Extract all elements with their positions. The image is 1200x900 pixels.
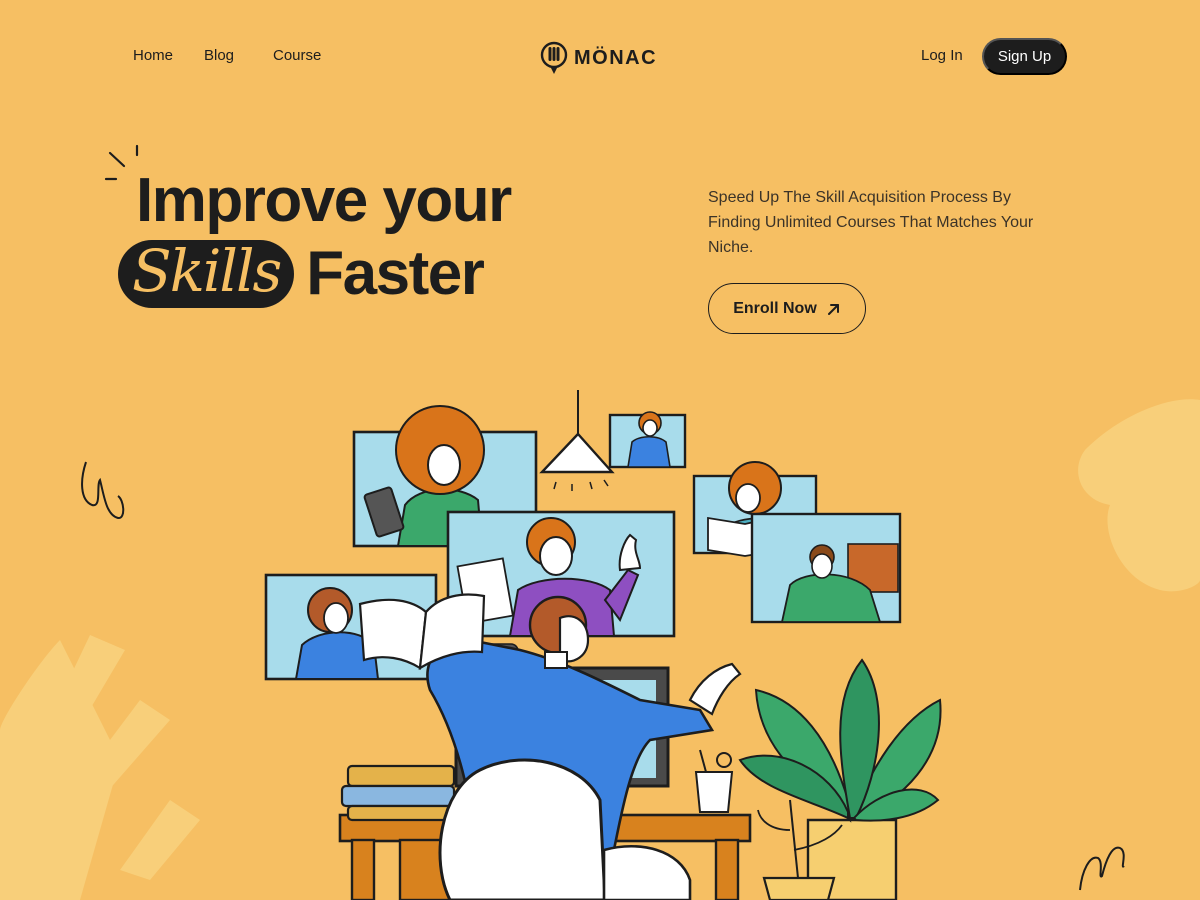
desk <box>338 813 752 900</box>
open-book-held <box>358 593 486 671</box>
pencil-logo-icon <box>540 41 568 74</box>
hero-illustration <box>0 390 1200 900</box>
skills-highlight: Skills <box>118 240 295 308</box>
enroll-label: Enroll Now <box>733 299 817 317</box>
signup-button[interactable]: Sign Up <box>982 38 1067 75</box>
top-nav: Home Blog Course MÖNAC Log In Sign Up <box>0 38 1200 76</box>
headline-faster: Faster <box>306 239 485 308</box>
decorative-rays-left <box>0 635 200 900</box>
pencil-cup <box>694 749 734 813</box>
book-stack <box>340 764 456 822</box>
arrow-up-right-icon <box>827 303 839 315</box>
ceiling-lamp <box>539 390 615 491</box>
video-tile-4 <box>750 512 902 624</box>
decorative-blob-right <box>1078 399 1200 592</box>
video-tile-1 <box>352 405 538 548</box>
potted-plant <box>738 658 942 900</box>
hero-subtitle: Speed Up The Skill Acquisition Process B… <box>708 189 1034 256</box>
squiggle-left-icon <box>81 461 125 519</box>
student-figure <box>426 595 742 872</box>
video-tile-2 <box>608 411 687 469</box>
video-tile-3 <box>692 461 818 557</box>
login-link[interactable]: Log In <box>921 47 963 64</box>
brand-logo[interactable]: MÖNAC <box>540 41 657 75</box>
video-tile-6 <box>264 573 438 681</box>
video-tile-5 <box>446 510 676 659</box>
office-chair <box>438 758 692 900</box>
enroll-now-button[interactable]: Enroll Now <box>708 283 866 334</box>
headline-line-1: Improve your <box>136 166 512 235</box>
headline-line-2: Skills Faster <box>118 239 485 308</box>
logo-text: MÖNAC <box>574 46 658 69</box>
small-plant <box>757 799 843 900</box>
squiggle-right-icon <box>1079 846 1125 891</box>
nav-home-link[interactable]: Home <box>133 47 173 64</box>
nav-blog-link[interactable]: Blog <box>204 47 234 64</box>
desk-monitor <box>454 666 670 788</box>
nav-course-link[interactable]: Course <box>273 47 321 64</box>
